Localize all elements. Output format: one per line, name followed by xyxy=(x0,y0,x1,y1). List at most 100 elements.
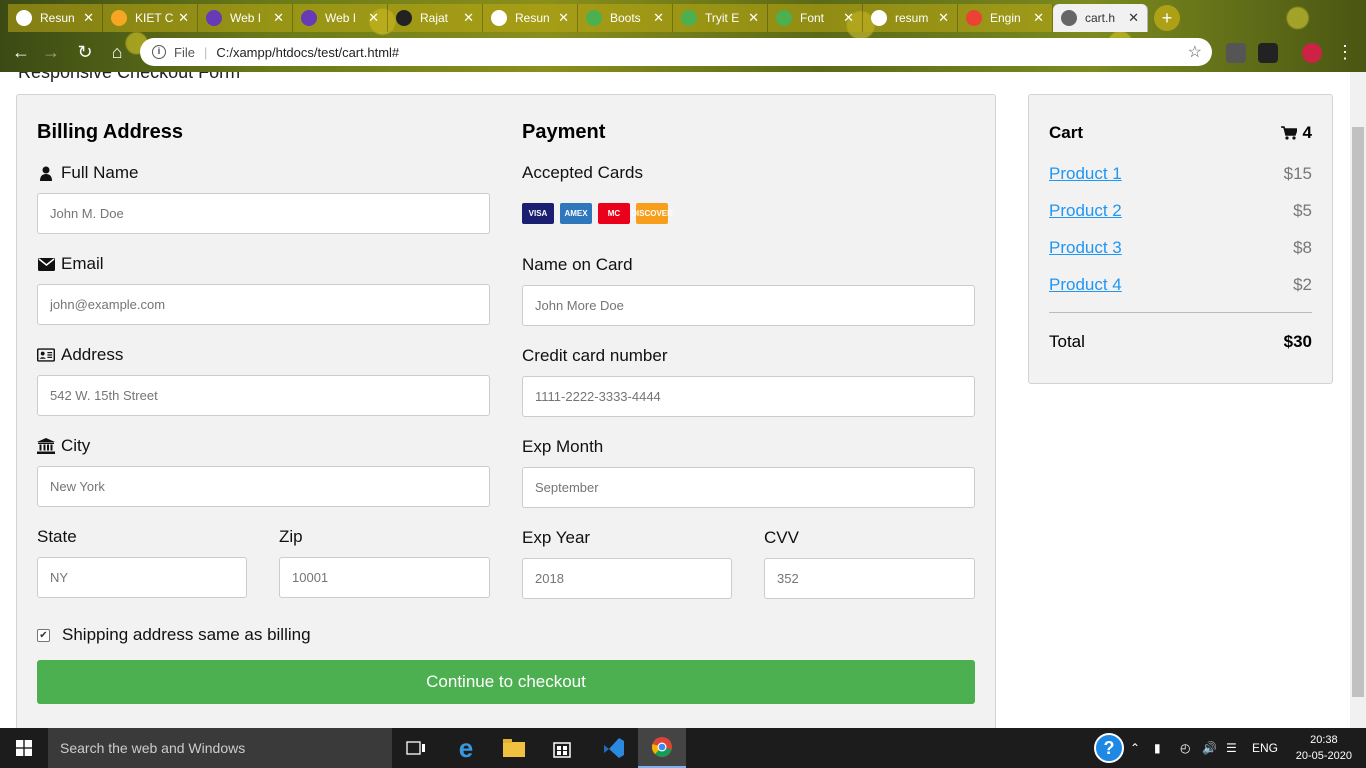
cart-item-link[interactable]: Product 3 xyxy=(1049,238,1122,257)
wifi-icon[interactable]: ◴ xyxy=(1180,728,1190,768)
cart-item: Product 1 $15 xyxy=(1049,164,1312,184)
notifications-icon[interactable]: ☰ xyxy=(1226,728,1237,768)
close-tab-icon[interactable]: ✕ xyxy=(368,10,379,26)
browser-tab-label: Tryit E xyxy=(705,11,740,25)
url-text[interactable]: C:/xampp/htdocs/test/cart.html# xyxy=(216,45,399,60)
google-icon xyxy=(871,10,887,26)
system-clock[interactable]: 20:38 20-05-2020 xyxy=(1296,732,1352,764)
cart-item: Product 2 $5 xyxy=(1049,201,1312,221)
cart-panel: Cart 4 Product 1 $15 Product 2 $5 Product 3 $… xyxy=(1028,94,1333,384)
close-tab-icon[interactable]: ✕ xyxy=(748,10,759,26)
help-icon[interactable]: ? xyxy=(1094,728,1124,768)
continue-to-checkout-button[interactable]: Continue to checkout xyxy=(37,660,975,704)
close-tab-icon[interactable]: ✕ xyxy=(178,10,189,26)
exp-month-input[interactable] xyxy=(522,467,975,508)
browser-tab[interactable]: Boots ✕ xyxy=(578,4,673,32)
city-input[interactable] xyxy=(37,466,490,507)
menu-dots-icon[interactable]: ⋮ xyxy=(1334,41,1356,63)
edge-browser-icon[interactable]: e xyxy=(442,728,490,768)
close-tab-icon[interactable]: ✕ xyxy=(463,10,474,26)
cart-count: 4 xyxy=(1280,123,1312,143)
shipping-same-checkbox[interactable]: ✔ xyxy=(37,628,50,642)
browser-tab[interactable]: resum ✕ xyxy=(863,4,958,32)
close-tab-icon[interactable]: ✕ xyxy=(558,10,569,26)
bookmark-star-icon[interactable]: ☆ xyxy=(1188,42,1202,62)
chrome-icon[interactable] xyxy=(638,728,686,768)
browser-tab[interactable]: Web I ✕ xyxy=(198,4,293,32)
browser-tab[interactable]: Web I ✕ xyxy=(293,4,388,32)
camera-extension-icon[interactable] xyxy=(1226,43,1246,63)
browser-tab-label: resum xyxy=(895,11,929,25)
chevron-up-icon[interactable]: ⌃ xyxy=(1130,728,1140,768)
shopping-cart-icon xyxy=(1280,126,1297,140)
reload-icon[interactable]: ↻ xyxy=(74,41,96,63)
w3-icon xyxy=(776,10,792,26)
back-arrow-icon[interactable]: ← xyxy=(10,41,32,63)
taskbar-search[interactable]: Search the web and Windows xyxy=(48,728,392,768)
close-tab-icon[interactable]: ✕ xyxy=(1033,10,1044,26)
cvv-input[interactable] xyxy=(764,558,975,599)
envelope-icon xyxy=(37,257,55,271)
browser-tab[interactable]: cart.h ✕ xyxy=(1053,4,1148,32)
vscode-icon[interactable] xyxy=(590,728,638,768)
vertical-scrollbar[interactable] xyxy=(1350,72,1366,728)
clock-time: 20:38 xyxy=(1310,734,1338,746)
email-input[interactable] xyxy=(37,284,490,325)
browser-tab-label: Resun xyxy=(515,11,550,25)
info-icon[interactable]: i xyxy=(152,45,166,59)
home-icon[interactable]: ⌂ xyxy=(106,41,128,63)
accepted-cards: VISA AMEX MC DISCOVER xyxy=(522,203,674,224)
extension-icon[interactable] xyxy=(1258,43,1278,63)
browser-tab-label: Web I xyxy=(230,11,262,25)
close-tab-icon[interactable]: ✕ xyxy=(653,10,664,26)
browser-tab[interactable]: Font ✕ xyxy=(768,4,863,32)
billing-title: Billing Address xyxy=(37,121,183,143)
browser-tab[interactable]: Rajat ✕ xyxy=(388,4,483,32)
cart-item-link[interactable]: Product 2 xyxy=(1049,201,1122,220)
cart-item-link[interactable]: Product 1 xyxy=(1049,164,1122,183)
page-heading: Responsive Checkout Form xyxy=(18,72,241,82)
profile-avatar[interactable] xyxy=(1302,43,1322,63)
institution-icon xyxy=(37,438,55,454)
browser-tab[interactable]: KIET C ✕ xyxy=(103,4,198,32)
card-number-input[interactable] xyxy=(522,376,975,417)
store-icon[interactable] xyxy=(538,728,586,768)
full-name-input[interactable] xyxy=(37,193,490,234)
close-tab-icon[interactable]: ✕ xyxy=(273,10,284,26)
exp-year-input[interactable] xyxy=(522,558,732,599)
browser-tab[interactable]: Tryit E ✕ xyxy=(673,4,768,32)
exp-year-label: Exp Year xyxy=(522,528,591,547)
browser-tab-label: KIET C xyxy=(135,11,174,25)
close-tab-icon[interactable]: ✕ xyxy=(938,10,949,26)
language-indicator[interactable]: ENG xyxy=(1252,728,1278,768)
cart-item-price: $5 xyxy=(1293,201,1312,220)
globe-icon xyxy=(16,10,32,26)
battery-icon[interactable]: ▮ xyxy=(1154,728,1161,768)
close-tab-icon[interactable]: ✕ xyxy=(83,10,94,26)
zip-input[interactable] xyxy=(279,557,490,598)
file-explorer-icon[interactable] xyxy=(490,728,538,768)
address-input[interactable] xyxy=(37,375,490,416)
kiet-icon xyxy=(111,10,127,26)
state-input[interactable] xyxy=(37,557,247,598)
browser-tab[interactable]: Engin ✕ xyxy=(958,4,1053,32)
task-view-icon[interactable] xyxy=(392,728,440,768)
address-bar[interactable]: i File | C:/xampp/htdocs/test/cart.html#… xyxy=(140,38,1212,66)
volume-icon[interactable]: 🔊 xyxy=(1202,728,1217,768)
close-tab-icon[interactable]: ✕ xyxy=(843,10,854,26)
browser-tab[interactable]: Resun ✕ xyxy=(8,4,103,32)
w3-icon xyxy=(681,10,697,26)
windows-start-icon[interactable] xyxy=(0,728,48,768)
browser-tab-label: Engin xyxy=(990,11,1021,25)
cart-item-link[interactable]: Product 4 xyxy=(1049,275,1122,294)
browser-tab[interactable]: Resun ✕ xyxy=(483,4,578,32)
taskbar-search-text: Search the web and Windows xyxy=(60,740,246,756)
close-tab-icon[interactable]: ✕ xyxy=(1128,10,1139,26)
scrollbar-thumb[interactable] xyxy=(1352,127,1364,697)
user-icon xyxy=(37,166,55,181)
cart-total-value: $30 xyxy=(1283,332,1312,351)
new-tab-button[interactable]: + xyxy=(1154,5,1180,31)
name-on-card-input[interactable] xyxy=(522,285,975,326)
shipping-same-checkbox-row[interactable]: ✔ Shipping address same as billing xyxy=(37,625,311,645)
forward-arrow-icon[interactable]: → xyxy=(40,41,62,63)
